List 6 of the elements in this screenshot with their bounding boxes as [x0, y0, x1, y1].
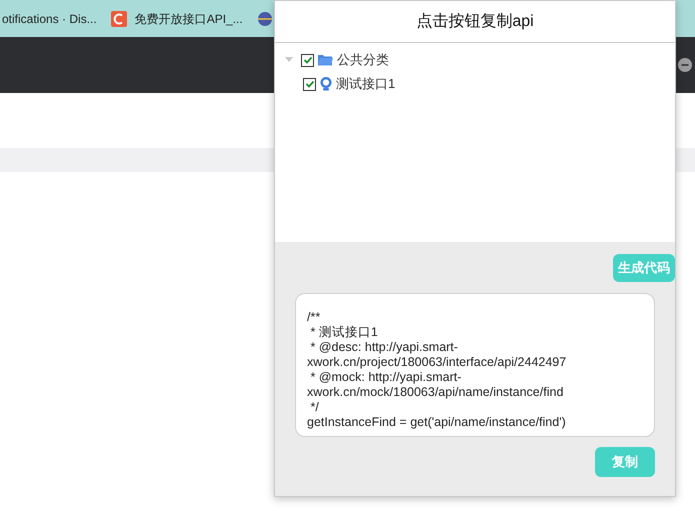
bookmark-link[interactable]: otifications · Dis...: [2, 10, 97, 28]
tree-label[interactable]: 测试接口1: [336, 74, 396, 94]
tree-label[interactable]: 公共分类: [337, 50, 389, 70]
dialog-title: 点击按钮复制api: [416, 12, 534, 32]
code-field[interactable]: /** * 测试接口1 * @desc: http://yapi.smart-xwork.cn/project/180063/interface/api/2442497 * @mock: http://yapi.smart-xwork.cn/mock/180063/api/name/instance/find */ getInstanceFind = get('api/name/instance/find'): [295, 293, 655, 437]
bookmark-link[interactable]: 免费开放接口API_...: [134, 10, 243, 28]
